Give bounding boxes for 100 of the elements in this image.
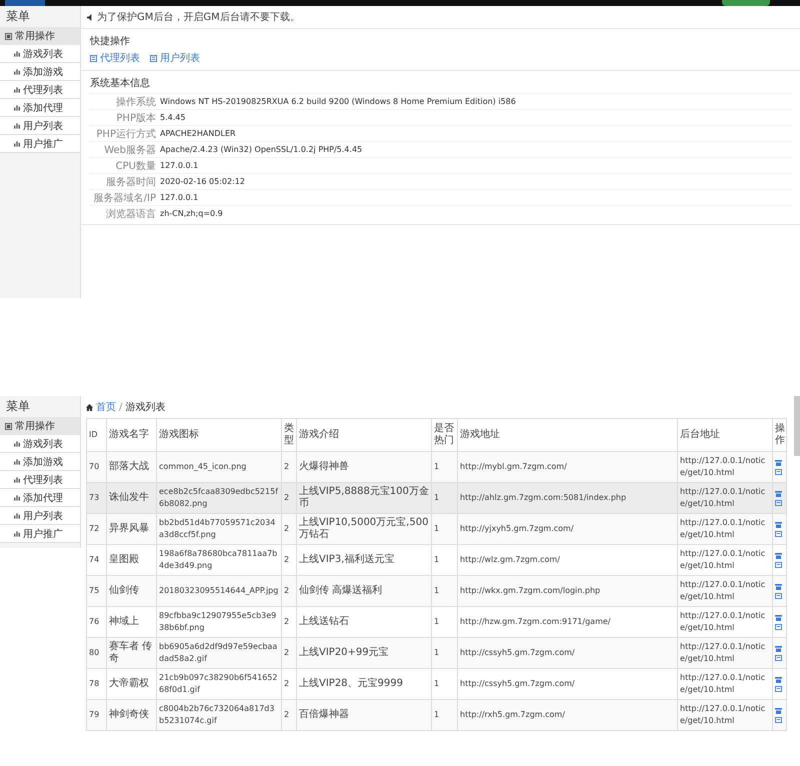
breadcrumb-current: 游戏列表 bbox=[125, 400, 166, 414]
tray-icon[interactable] bbox=[775, 584, 782, 590]
edit-icon[interactable] bbox=[775, 624, 782, 630]
table-cell: 80 bbox=[86, 638, 106, 668]
home-icon bbox=[86, 404, 93, 410]
table-cell: 1 bbox=[432, 576, 458, 606]
column-header: 游戏地址 bbox=[458, 418, 678, 452]
info-label: 服务器域名/IP bbox=[92, 192, 156, 204]
bar-chart-icon bbox=[14, 530, 20, 536]
edit-icon[interactable] bbox=[775, 686, 782, 692]
edit-icon[interactable] bbox=[775, 654, 782, 660]
table-cell: 75 bbox=[86, 576, 106, 606]
table-cell: 异界风暴 bbox=[106, 514, 156, 544]
sidebar-title: 菜单 bbox=[5, 8, 31, 25]
bar-chart-icon bbox=[14, 458, 20, 464]
speaker-icon bbox=[87, 14, 94, 20]
tray-icon[interactable] bbox=[775, 614, 782, 620]
quick-link[interactable]: 代理列表 bbox=[90, 51, 140, 65]
sidebar-item[interactable]: 添加代理 bbox=[0, 489, 80, 507]
info-value: 127.0.0.1 bbox=[160, 193, 198, 202]
sidebar-group[interactable]: 常用操作 bbox=[0, 27, 80, 45]
edit-icon[interactable] bbox=[775, 592, 782, 598]
table-cell: bb2bd51d4b77059571c2034a3d8ccf5f.png bbox=[156, 514, 282, 544]
table-cell: 仙剑传 高爆送福利 bbox=[296, 576, 432, 606]
tray-icon[interactable] bbox=[775, 646, 782, 652]
notice-text: 为了保护GM后台，开启GM后台请不要下载。 bbox=[97, 10, 300, 24]
table-cell: 2 bbox=[282, 638, 296, 668]
table-cell: http://127.0.0.1/notice/get/10.html bbox=[678, 576, 772, 606]
table-cell: 上线VIP20+99元宝 bbox=[296, 638, 432, 668]
square-icon bbox=[5, 32, 12, 40]
edit-icon[interactable] bbox=[775, 468, 782, 474]
tray-icon[interactable] bbox=[775, 552, 782, 558]
info-label: CPU数量 bbox=[114, 160, 156, 172]
sidebar-item[interactable]: 代理列表 bbox=[0, 81, 80, 99]
info-value: 2020-02-16 05:02:12 bbox=[160, 177, 245, 186]
sidebar-item[interactable]: 添加游戏 bbox=[0, 453, 80, 471]
table-cell: http://127.0.0.1/notice/get/10.html bbox=[678, 638, 772, 668]
info-value: zh-CN,zh;q=0.9 bbox=[160, 209, 223, 218]
scrollbar[interactable] bbox=[794, 396, 800, 456]
sidebar-item[interactable]: 用户推广 bbox=[0, 525, 80, 543]
table-cell: http://wkx.gm.7zgm.com/login.php bbox=[458, 576, 678, 606]
table-cell: 20180323095514644_APP.jpg bbox=[156, 576, 282, 606]
sidebar-item[interactable]: 游戏列表 bbox=[0, 435, 80, 453]
sidebar-item[interactable]: 用户推广 bbox=[0, 135, 80, 153]
bar-chart-icon bbox=[14, 104, 20, 110]
info-label: PHP版本 bbox=[115, 112, 156, 124]
tray-icon[interactable] bbox=[775, 676, 782, 682]
sidebar-item[interactable]: 添加游戏 bbox=[0, 63, 80, 81]
quick-link[interactable]: 用户列表 bbox=[150, 51, 200, 65]
edit-icon[interactable] bbox=[775, 500, 782, 506]
table-cell: http://rxh5.gm.7zgm.com/ bbox=[458, 700, 678, 730]
table-cell: 1 bbox=[432, 700, 458, 730]
bar-chart-icon bbox=[14, 86, 20, 92]
tray-icon[interactable] bbox=[775, 708, 782, 714]
table-cell: 百倍爆神器 bbox=[296, 700, 432, 730]
info-value: 5.4.45 bbox=[160, 113, 186, 122]
sidebar-group[interactable]: 常用操作 bbox=[0, 417, 80, 435]
table-cell: c8004b2b76c732064a817d3b5231074c.gif bbox=[156, 700, 282, 730]
table-cell: http://cssyh5.gm.7zgm.com/ bbox=[458, 638, 678, 668]
bar-chart-icon bbox=[14, 476, 20, 482]
bar-chart-icon bbox=[14, 68, 20, 74]
sidebar-item[interactable]: 代理列表 bbox=[0, 471, 80, 489]
sidebar-group-label: 常用操作 bbox=[15, 30, 55, 43]
table-cell: 1 bbox=[432, 638, 458, 668]
breadcrumb-separator: / bbox=[119, 402, 122, 412]
breadcrumb-link[interactable]: 首页 bbox=[96, 400, 116, 414]
info-value: Apache/2.4.23 (Win32) OpenSSL/1.0.2j PHP/5.4.45 bbox=[160, 145, 362, 154]
square-icon bbox=[5, 422, 12, 430]
section-title: 系统基本信息 bbox=[90, 76, 151, 90]
table-cell: 仙剑传 bbox=[106, 576, 156, 606]
column-header: ID bbox=[86, 418, 106, 452]
sidebar-group-label: 常用操作 bbox=[15, 420, 55, 433]
bar-chart-icon bbox=[14, 140, 20, 146]
bar-chart-icon bbox=[14, 122, 20, 128]
sidebar-item[interactable]: 用户列表 bbox=[0, 117, 80, 135]
tray-icon[interactable] bbox=[775, 460, 782, 466]
bar-chart-icon bbox=[14, 50, 20, 56]
list-icon bbox=[150, 54, 157, 62]
list-icon bbox=[90, 54, 97, 62]
info-value: 127.0.0.1 bbox=[160, 161, 198, 170]
info-label: 浏览器语言 bbox=[105, 208, 156, 220]
table-cell: 神剑奇侠 bbox=[106, 700, 156, 730]
table-cell: 2 bbox=[282, 576, 296, 606]
bar-chart-icon bbox=[14, 512, 20, 518]
info-label: PHP运行方式 bbox=[95, 128, 156, 140]
edit-icon[interactable] bbox=[775, 562, 782, 568]
tray-icon[interactable] bbox=[775, 490, 782, 496]
section-title: 快捷操作 bbox=[90, 34, 131, 48]
info-label: 服务器时间 bbox=[105, 176, 156, 188]
edit-icon[interactable] bbox=[775, 530, 782, 536]
info-value: APACHE2HANDLER bbox=[160, 129, 236, 138]
sidebar-item[interactable]: 添加代理 bbox=[0, 99, 80, 117]
sidebar-item[interactable]: 用户列表 bbox=[0, 507, 80, 525]
table-cell: bb6905a6d2df9d97e59ecbaadad58a2.gif bbox=[156, 638, 282, 668]
table-cell: 上线VIP10,5000万元宝,500万钻石 bbox=[296, 514, 432, 544]
tray-icon[interactable] bbox=[775, 522, 782, 528]
sidebar-item[interactable]: 游戏列表 bbox=[0, 45, 80, 63]
table-cell: 2 bbox=[282, 514, 296, 544]
menu-tab[interactable] bbox=[722, 0, 770, 6]
edit-icon[interactable] bbox=[775, 716, 782, 722]
